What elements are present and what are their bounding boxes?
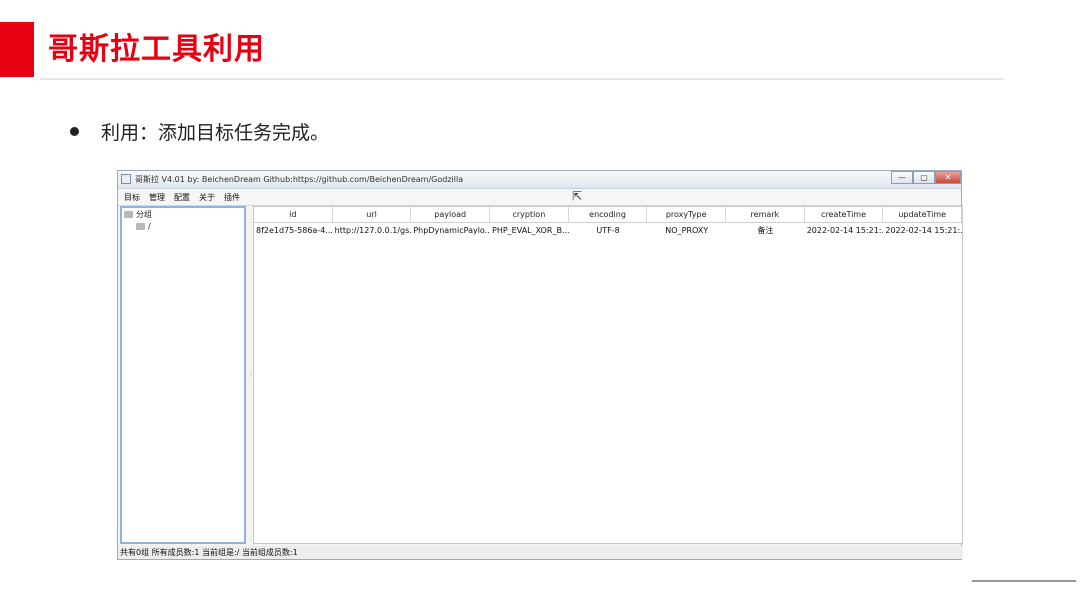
cell-proxytype: NO_PROXY [665, 226, 709, 235]
cell-payload: PhpDynamicPaylo... [413, 226, 491, 235]
column-header-cryption[interactable]: cryption [490, 207, 569, 222]
cell-id: 8f2e1d75-586a-4... [256, 226, 333, 235]
title-divider [40, 78, 1004, 80]
column-header-updatetime[interactable]: updateTime [883, 207, 963, 222]
slide-title: 哥斯拉工具利用 [48, 32, 265, 67]
bullet-dot-icon [70, 127, 79, 136]
cell-encoding: UTF-8 [596, 226, 620, 235]
tree-node-label: / [148, 222, 151, 231]
group-tree: 分组 / [120, 206, 246, 544]
shell-table: id url payload cryption encoding proxyTy… [253, 206, 963, 544]
tree-node-root-path[interactable]: / [136, 222, 151, 231]
menubar: 目标 管理 配置 关于 插件 [118, 189, 961, 206]
menu-config[interactable]: 配置 [174, 192, 190, 203]
folder-icon [124, 211, 133, 218]
tree-node-group[interactable]: 分组 [124, 209, 152, 220]
window-controls: — ▢ ✕ [891, 171, 961, 184]
column-header-remark[interactable]: remark [726, 207, 805, 222]
column-header-createtime[interactable]: createTime [805, 207, 884, 222]
folder-icon [136, 223, 145, 230]
window-title: 哥斯拉 V4.01 by: BeichenDream Github:https:… [135, 175, 464, 184]
column-header-id[interactable]: id [254, 207, 333, 222]
minimize-button[interactable]: — [891, 171, 913, 184]
tree-node-label: 分组 [136, 210, 152, 219]
mouse-cursor-icon: ⇱ [572, 189, 583, 203]
table-header: id url payload cryption encoding proxyTy… [254, 207, 963, 223]
slide-underline [972, 580, 1076, 582]
menu-plugins[interactable]: 插件 [224, 192, 240, 203]
title-accent-bar [0, 22, 34, 77]
cell-createtime: 2022-02-14 15:21:... [806, 226, 884, 235]
cell-cryption: PHP_EVAL_XOR_B... [492, 226, 569, 235]
app-window-icon [121, 174, 131, 184]
bullet-item: 利用：添加目标任务完成。 [70, 118, 329, 145]
table-row[interactable]: 8f2e1d75-586a-4... http://127.0.0.1/gs..… [254, 223, 962, 239]
menu-target[interactable]: 目标 [124, 192, 140, 203]
column-header-encoding[interactable]: encoding [569, 207, 648, 222]
bullet-text: 利用：添加目标任务完成。 [101, 122, 330, 144]
status-bar: 共有0组 所有成员数:1 当前组是:/ 当前组成员数:1 [118, 546, 963, 559]
cell-updatetime: 2022-02-14 15:21:... [885, 226, 963, 235]
cell-url: http://127.0.0.1/gs... [334, 226, 412, 235]
maximize-button[interactable]: ▢ [913, 171, 935, 184]
window-titlebar[interactable]: 哥斯拉 V4.01 by: BeichenDream Github:https:… [118, 171, 961, 189]
column-header-payload[interactable]: payload [411, 207, 491, 222]
column-header-url[interactable]: url [333, 207, 412, 222]
column-header-proxytype[interactable]: proxyType [647, 207, 727, 222]
menu-about[interactable]: 关于 [199, 192, 215, 203]
menu-manage[interactable]: 管理 [149, 192, 165, 203]
close-button[interactable]: ✕ [935, 171, 961, 184]
godzilla-window: 哥斯拉 V4.01 by: BeichenDream Github:https:… [117, 170, 963, 560]
cell-remark: 备注 [757, 226, 774, 235]
